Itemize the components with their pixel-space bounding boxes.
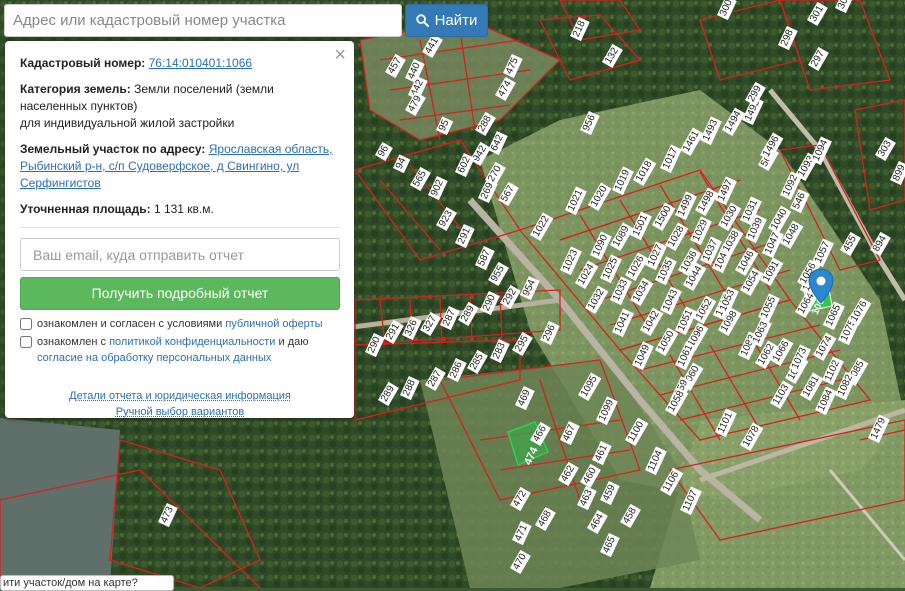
cadastral-label: Кадастровый номер: xyxy=(20,56,146,70)
area-row: Уточненная площадь: 1 131 кв.м. xyxy=(20,201,340,218)
search-button-label: Найти xyxy=(434,12,478,29)
search-input[interactable] xyxy=(4,4,402,37)
privacy-checkbox-row[interactable]: ознакомлен с политикой конфиденциальност… xyxy=(20,334,340,366)
category-row: Категория земель: Земли поселений (земли… xyxy=(20,81,340,132)
offer-link[interactable]: публичной оферты xyxy=(225,318,322,330)
cadastral-number-link[interactable]: 76:14:010401:1066 xyxy=(149,56,252,70)
offer-checkbox[interactable] xyxy=(20,318,32,330)
offer-checkbox-row[interactable]: ознакомлен и согласен с условиями публич… xyxy=(20,316,340,332)
category-use: для индивидуальной жилой застройки xyxy=(20,116,235,130)
privacy-policy-link[interactable]: политикой конфиденциальности xyxy=(109,336,275,348)
consent-link[interactable]: согласие на обработку персональных данны… xyxy=(37,352,271,364)
map-pin-icon[interactable] xyxy=(808,268,834,304)
close-icon[interactable]: × xyxy=(334,45,346,65)
area-label: Уточненная площадь: xyxy=(20,202,151,216)
parcel-info-panel: × Кадастровый номер: 76:14:010401:1066 К… xyxy=(5,41,354,418)
cadastral-row: Кадастровый номер: 76:14:010401:1066 xyxy=(20,55,340,72)
details-link[interactable]: Детали отчета и юридическая информация xyxy=(20,388,340,404)
email-field[interactable] xyxy=(20,238,340,271)
offer-text: ознакомлен и согласен с условиями xyxy=(37,318,223,330)
area-value: 1 131 кв.м. xyxy=(153,202,214,216)
privacy-text-a: ознакомлен с xyxy=(37,336,107,348)
search-button[interactable]: Найти xyxy=(405,4,488,37)
divider xyxy=(20,227,340,228)
address-row: Земельный участок по адресу: Ярославская… xyxy=(20,141,340,192)
address-label: Земельный участок по адресу: xyxy=(20,142,206,156)
privacy-text-b: и даю xyxy=(278,336,309,348)
manual-select-link[interactable]: Ручной выбор вариантов xyxy=(20,404,340,420)
panel-footer-links: Детали отчета и юридическая информация Р… xyxy=(20,388,340,420)
search-icon xyxy=(415,14,429,27)
bottom-tip[interactable]: ити участок/дом на карте? xyxy=(0,575,174,591)
category-label: Категория земель: xyxy=(20,82,131,96)
privacy-checkbox[interactable] xyxy=(20,336,32,348)
get-report-button[interactable]: Получить подробный отчет xyxy=(20,277,340,310)
